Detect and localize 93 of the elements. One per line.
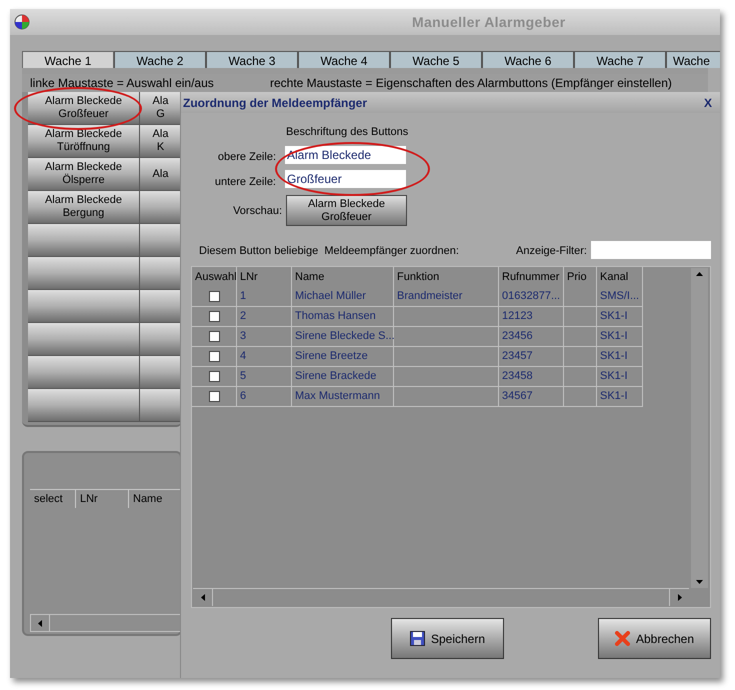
lower-line-field[interactable]: Großfeuer bbox=[285, 170, 406, 188]
tab[interactable]: Wache 2 bbox=[114, 51, 206, 68]
alarm-button[interactable] bbox=[140, 389, 182, 422]
left-arrow-icon bbox=[200, 594, 204, 601]
table-cell: SK1-I bbox=[597, 347, 643, 366]
field-label: untere Zeile: bbox=[214, 175, 276, 190]
preview-label: Vorschau: bbox=[233, 204, 282, 219]
alarm-button[interactable] bbox=[28, 356, 140, 389]
table-cell: Sirene Brackede bbox=[292, 367, 394, 386]
cross-icon bbox=[614, 631, 630, 646]
alarm-button[interactable]: Ala bbox=[140, 158, 182, 191]
table-cell: 2 bbox=[237, 307, 292, 326]
checkbox[interactable] bbox=[208, 331, 220, 342]
alarm-button[interactable] bbox=[28, 323, 140, 356]
alarm-button[interactable] bbox=[140, 224, 182, 257]
table-cell: 23458 bbox=[499, 367, 564, 386]
filter-label: Anzeige-Filter: bbox=[516, 244, 587, 259]
alarm-button[interactable]: Alarm Bleckede Großfeuer bbox=[28, 92, 140, 125]
assign-instruction: Diesem Button beliebige Meldeempfänger zuordnen: bbox=[199, 244, 459, 259]
table-cell: SK1-I bbox=[597, 387, 643, 406]
column-header: select bbox=[30, 490, 76, 508]
alarm-button[interactable] bbox=[140, 191, 182, 224]
column-header: Auswahl bbox=[192, 267, 237, 287]
alarm-button[interactable] bbox=[28, 389, 140, 422]
alarm-button[interactable]: Alarm Bleckede Bergung bbox=[28, 191, 140, 224]
close-button[interactable]: X bbox=[704, 94, 718, 112]
table-cell: SK1-I bbox=[597, 367, 643, 386]
table-cell: 4 bbox=[237, 347, 292, 366]
tab[interactable]: Wache 7 bbox=[574, 51, 666, 68]
alarm-button[interactable]: Alarm Bleckede Ölsperre bbox=[28, 158, 140, 191]
tab[interactable]: Wache 6 bbox=[482, 51, 574, 68]
table-cell: Max Mustermann bbox=[292, 387, 394, 406]
table-cell: 01632877... bbox=[499, 287, 564, 306]
tab[interactable]: Wache bbox=[666, 51, 720, 68]
column-header: Name bbox=[292, 267, 394, 287]
alarm-button[interactable] bbox=[140, 290, 182, 323]
vertical-scrollbar[interactable] bbox=[691, 268, 708, 588]
table-cell: 23456 bbox=[499, 327, 564, 346]
table-cell: 23457 bbox=[499, 347, 564, 366]
table-cell: 5 bbox=[237, 367, 292, 386]
table-cell: SK1-I bbox=[597, 327, 643, 346]
tab[interactable]: Wache 5 bbox=[390, 51, 482, 68]
checkbox[interactable] bbox=[208, 291, 220, 302]
alarm-button[interactable]: Alarm Bleckede Türöffnung bbox=[28, 125, 140, 158]
window-title: Manueller Alarmgeber bbox=[412, 12, 566, 32]
table-cell: 12123 bbox=[499, 307, 564, 326]
tab[interactable]: Wache 1 bbox=[22, 51, 114, 68]
horizontal-scrollbar[interactable] bbox=[193, 588, 689, 606]
save-button[interactable]: Speichern bbox=[391, 618, 504, 659]
caption-heading: Beschriftung des Buttons bbox=[286, 125, 408, 140]
dialog-title: Zuordnung der Meldeempfänger bbox=[183, 94, 368, 112]
table-cell: Michael Müller bbox=[292, 287, 394, 306]
app-icon bbox=[14, 14, 30, 30]
alarm-button[interactable] bbox=[140, 323, 182, 356]
table-cell: SK1-I bbox=[597, 307, 643, 326]
table-cell: SMS/I... bbox=[597, 287, 643, 306]
table-cell: Brandmeister bbox=[394, 287, 499, 306]
left-arrow-icon bbox=[38, 620, 42, 626]
table-cell: Sirene Breetze bbox=[292, 347, 394, 366]
filter-field[interactable] bbox=[591, 241, 711, 259]
column-header: Funktion bbox=[394, 267, 499, 287]
alarm-button[interactable] bbox=[28, 290, 140, 323]
right-arrow-icon bbox=[678, 594, 682, 601]
column-header: Kanal bbox=[597, 267, 643, 287]
table-cell: Sirene Bleckede S... bbox=[292, 327, 394, 346]
table-cell: Thomas Hansen bbox=[292, 307, 394, 326]
checkbox[interactable] bbox=[208, 351, 220, 362]
column-header: LNr bbox=[237, 267, 292, 287]
alarm-button[interactable]: Ala K bbox=[140, 125, 182, 158]
table-cell: 6 bbox=[237, 387, 292, 406]
checkbox[interactable] bbox=[208, 311, 220, 322]
hint-text: linke Maustaste = Auswahl ein/aus bbox=[30, 75, 215, 92]
alarm-button[interactable]: Ala G bbox=[140, 92, 182, 125]
table-cell: 1 bbox=[237, 287, 292, 306]
column-header: Prio bbox=[564, 267, 597, 287]
table-cell: 34567 bbox=[499, 387, 564, 406]
field-label: obere Zeile: bbox=[218, 150, 276, 165]
column-header: Rufnummer bbox=[499, 267, 564, 287]
column-header: LNr bbox=[76, 490, 129, 508]
up-arrow-icon bbox=[696, 272, 703, 276]
preview-button[interactable]: Alarm Bleckede Großfeuer bbox=[286, 195, 407, 226]
tab[interactable]: Wache 3 bbox=[206, 51, 298, 68]
checkbox[interactable] bbox=[208, 371, 220, 382]
tab[interactable]: Wache 4 bbox=[298, 51, 390, 68]
table-cell: 3 bbox=[237, 327, 292, 346]
hint-text: rechte Maustaste = Eigenschaften des Alarmbuttons (Empfänger einstellen) bbox=[270, 75, 672, 92]
alarm-button[interactable] bbox=[140, 257, 182, 290]
alarm-button[interactable] bbox=[28, 224, 140, 257]
checkbox[interactable] bbox=[208, 391, 220, 402]
down-arrow-icon bbox=[696, 580, 703, 584]
alarm-button[interactable] bbox=[140, 356, 182, 389]
alarm-button[interactable] bbox=[28, 257, 140, 290]
cancel-button[interactable]: Abbrechen bbox=[598, 618, 711, 659]
